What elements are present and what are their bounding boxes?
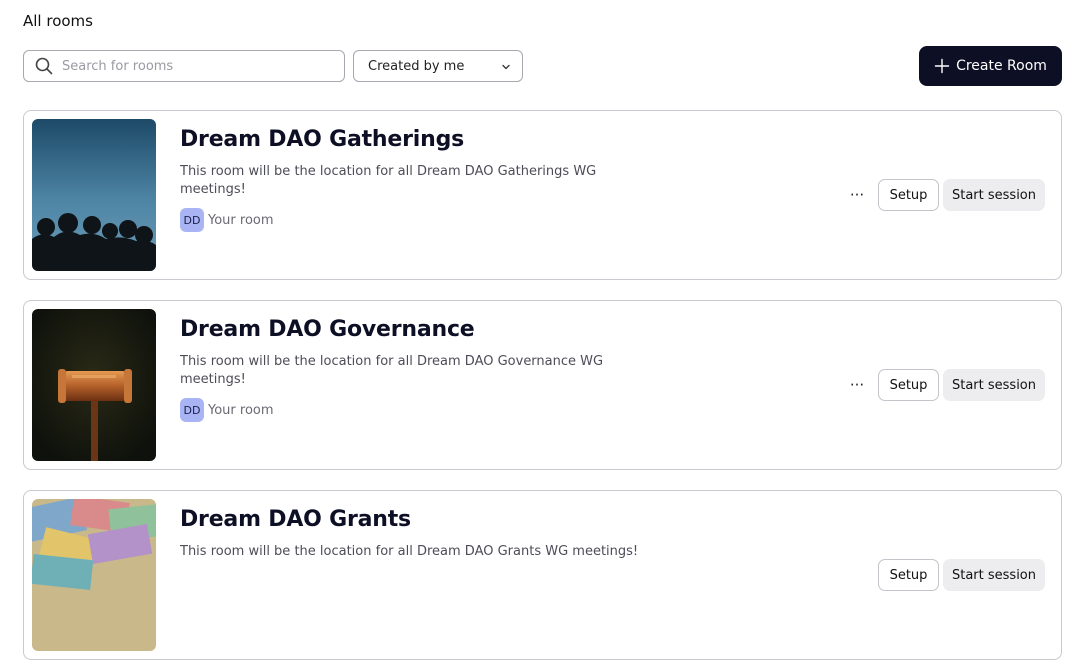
start-session-button[interactable]: Start session: [943, 369, 1045, 401]
room-card[interactable]: Dream DAO Gatherings This room will be t…: [23, 110, 1062, 280]
room-title[interactable]: Dream DAO Grants: [180, 507, 411, 532]
room-description: This room will be the location for all D…: [180, 164, 597, 197]
avatar: DD: [180, 398, 204, 422]
room-thumbnail: [32, 309, 156, 461]
setup-button[interactable]: Setup: [878, 179, 939, 211]
room-card[interactable]: Dream DAO Governance This room will be t…: [23, 300, 1062, 470]
room-title[interactable]: Dream DAO Gatherings: [180, 127, 464, 152]
more-options-icon[interactable]: ···: [846, 375, 868, 395]
chevron-down-icon: [502, 64, 510, 70]
search-icon: [35, 57, 53, 75]
page-title: All rooms: [23, 12, 93, 30]
create-room-button[interactable]: Create Room: [919, 46, 1062, 86]
room-card[interactable]: Dream DAO Grants This room will be the l…: [23, 490, 1062, 660]
more-options-icon[interactable]: ···: [846, 185, 868, 205]
toolbar: Created by me Create Room: [23, 46, 1062, 86]
search-input[interactable]: [62, 58, 302, 74]
room-owner: DD Your room: [180, 208, 274, 232]
room-thumbnail: [32, 499, 156, 651]
setup-button[interactable]: Setup: [878, 369, 939, 401]
room-description: This room will be the location for all D…: [180, 354, 604, 387]
room-title[interactable]: Dream DAO Governance: [180, 317, 475, 342]
owner-filter-select[interactable]: Created by me: [353, 50, 523, 82]
start-session-button[interactable]: Start session: [943, 179, 1045, 211]
owner-label: Your room: [208, 212, 274, 228]
filter-value: Created by me: [368, 58, 465, 74]
room-owner: DD Your room: [180, 398, 274, 422]
room-thumbnail: [32, 119, 156, 271]
avatar: DD: [180, 208, 204, 232]
setup-button[interactable]: Setup: [878, 559, 939, 591]
start-session-button[interactable]: Start session: [943, 559, 1045, 591]
create-room-label: Create Room: [956, 58, 1047, 74]
owner-label: Your room: [208, 402, 274, 418]
room-description: This room will be the location for all D…: [180, 544, 639, 559]
plus-icon: [934, 58, 950, 74]
search-field[interactable]: [23, 50, 345, 82]
